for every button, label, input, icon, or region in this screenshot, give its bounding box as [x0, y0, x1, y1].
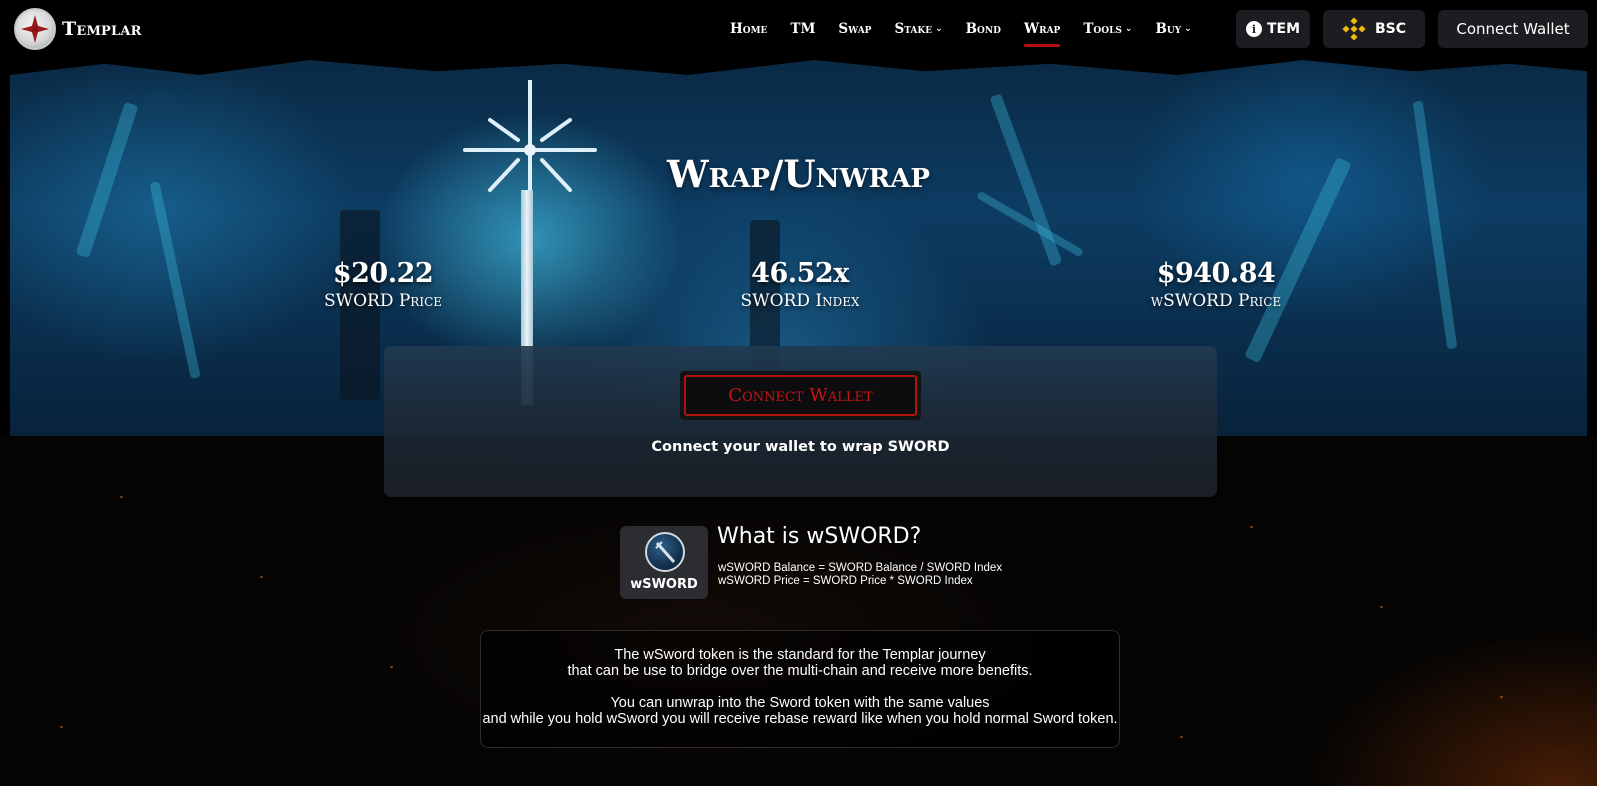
connect-wallet-message: Connect your wallet to wrap SWORD	[651, 439, 950, 455]
nav-bond[interactable]: Bond	[966, 21, 1001, 37]
wrap-card: Connect Wallet Connect your wallet to wr…	[384, 346, 1217, 497]
nav-wrap[interactable]: Wrap	[1023, 21, 1061, 47]
wsword-price-formula: wSWORD Price = SWORD Price * SWORD Index	[718, 575, 973, 587]
ember-decoration	[1380, 606, 1383, 608]
stat-sword-price: $20.22 SWORD Price	[263, 258, 503, 311]
info-icon: i	[1245, 21, 1262, 37]
hero-decoration	[149, 181, 201, 379]
wsword-balance-formula: wSWORD Balance = SWORD Balance / SWORD I…	[718, 562, 1003, 574]
page-title: Wrap/Unwrap	[667, 152, 930, 196]
chevron-down-icon: ⌄	[1124, 24, 1133, 34]
nav-tm-label: TM	[790, 21, 816, 37]
hero-decoration	[1412, 100, 1458, 350]
ember-decoration	[1500, 696, 1503, 698]
nav-wrap-label: Wrap	[1023, 21, 1061, 37]
wsword-coin-icon	[645, 532, 685, 572]
brand[interactable]: Templar	[14, 8, 142, 50]
nav-bond-label: Bond	[965, 21, 1001, 37]
what-is-title: What is wSWORD?	[717, 524, 922, 549]
tem-token-button[interactable]: i TEM	[1236, 10, 1310, 48]
description-line: You can unwrap into the Sword token with…	[610, 695, 990, 711]
ember-decoration	[260, 576, 263, 578]
ember-decoration	[60, 726, 63, 728]
stat-wsword-price: $940.84 wSWORD Price	[1096, 258, 1336, 311]
description-line: and while you hold wSword you will recei…	[482, 711, 1118, 727]
stat-value: $940.84	[1156, 258, 1276, 289]
chevron-down-icon: ⌄	[1184, 24, 1192, 34]
wsword-token-tile: wSWORD	[620, 526, 708, 599]
main-nav: Home TM Swap Stake ⌄ Bond Wrap Tools ⌄ Buy…	[730, 0, 1215, 58]
wsword-description-box: The wSword token is the standard for the…	[480, 630, 1120, 748]
nav-swap-label: Swap	[838, 21, 872, 37]
bnb-icon	[1342, 17, 1366, 41]
nav-buy-label: Buy	[1155, 21, 1182, 37]
nav-home[interactable]: Home	[730, 21, 767, 37]
top-navbar: Templar Home TM Swap Stake ⌄ Bond Wrap To…	[0, 0, 1597, 58]
description-line: The wSword token is the standard for the…	[614, 647, 986, 663]
nav-home-label: Home	[730, 21, 768, 37]
nav-swap[interactable]: Swap	[838, 21, 871, 37]
network-button[interactable]: BSC	[1323, 10, 1425, 48]
stat-label: SWORD Index	[740, 291, 860, 311]
network-label: BSC	[1374, 21, 1407, 37]
chevron-down-icon: ⌄	[935, 24, 943, 34]
nav-buy[interactable]: Buy ⌄	[1155, 21, 1191, 37]
nav-tools-label: Tools	[1083, 21, 1122, 37]
nav-tools[interactable]: Tools ⌄	[1083, 21, 1132, 37]
stat-sword-index: 46.52x SWORD Index	[680, 258, 920, 311]
stat-label: wSWORD Price	[1150, 291, 1282, 311]
nav-stake[interactable]: Stake ⌄	[894, 21, 942, 37]
stat-label: SWORD Price	[323, 291, 443, 311]
tem-label: TEM	[1266, 21, 1301, 37]
header-connect-wallet-label: Connect Wallet	[1456, 20, 1570, 38]
stat-value: $20.22	[332, 258, 434, 289]
connect-wallet-label: Connect Wallet	[684, 375, 917, 416]
ember-decoration	[120, 496, 123, 498]
description-line: that can be use to bridge over the multi…	[567, 663, 1033, 679]
brand-name: Templar	[62, 18, 142, 40]
ember-decoration	[1180, 736, 1183, 738]
ember-decoration	[1250, 526, 1253, 528]
nav-tm[interactable]: TM	[790, 21, 815, 37]
templar-cross-icon	[14, 8, 56, 50]
header-connect-wallet-button[interactable]: Connect Wallet	[1438, 10, 1588, 48]
nav-stake-label: Stake	[894, 21, 933, 37]
stat-value: 46.52x	[751, 258, 849, 289]
connect-wallet-button[interactable]: Connect Wallet	[680, 371, 921, 420]
ember-decoration	[390, 666, 393, 668]
wsword-token-label: wSWORD	[630, 577, 698, 592]
